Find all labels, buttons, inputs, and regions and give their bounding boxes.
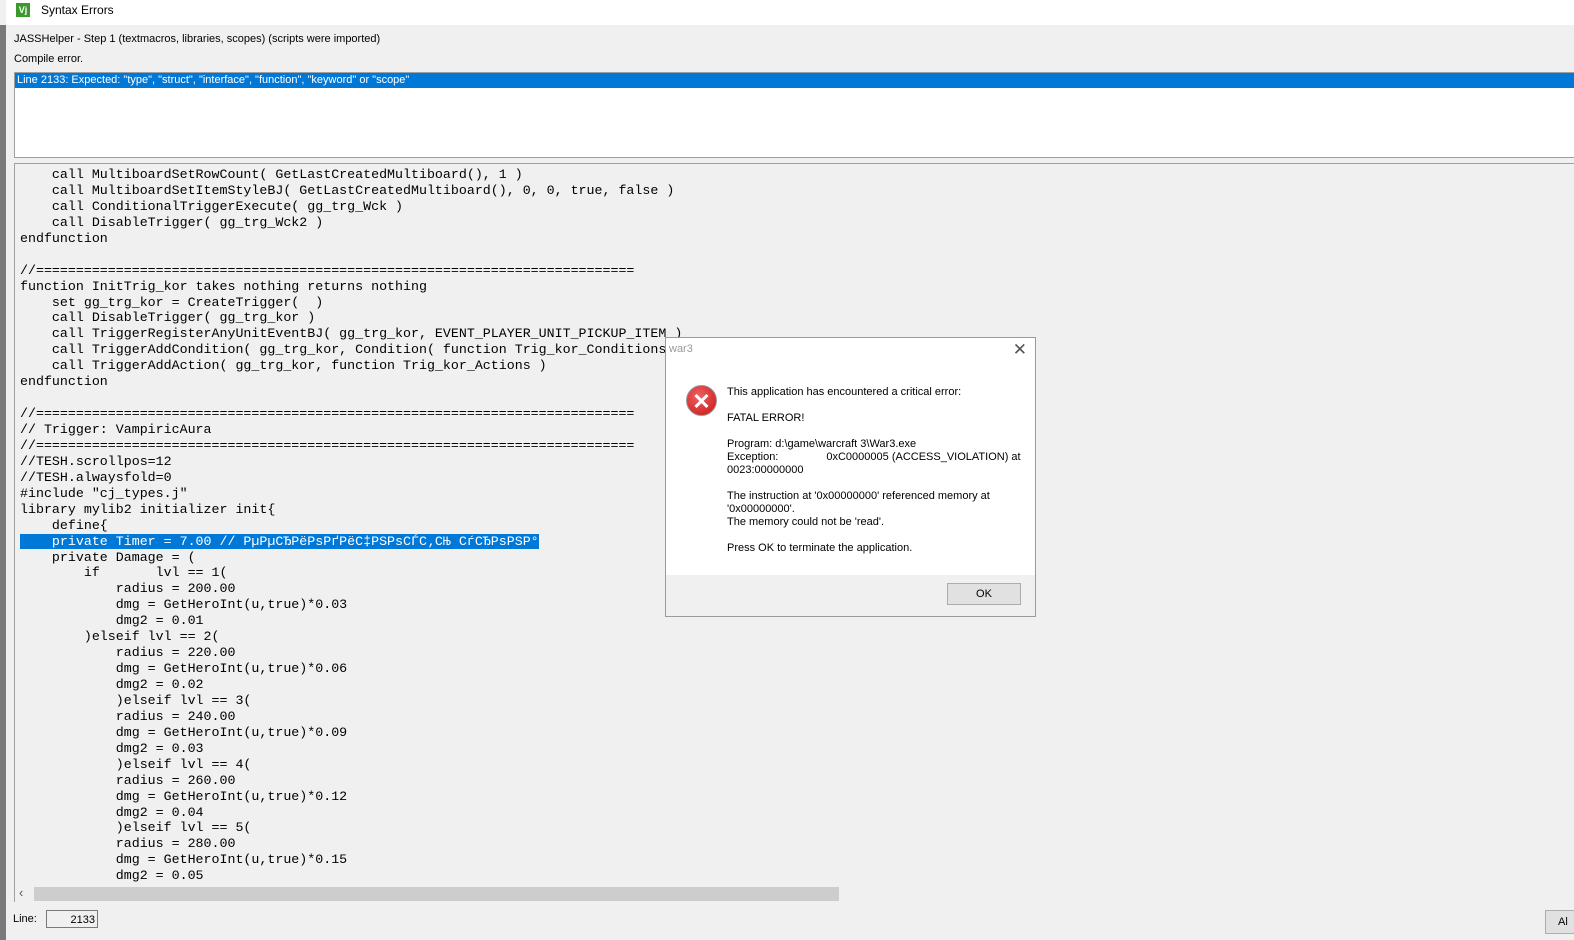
error-item[interactable]: Line 2133: Expected: "type", "struct", "… [15,73,1574,88]
error-dialog: war3 ✕ ✕ This application has encountere… [665,337,1036,617]
scroll-left-icon[interactable]: ‹ [19,885,23,900]
code-line: )elseif lvl == 5( [20,820,252,836]
code-line: dmg2 = 0.01 [20,613,204,629]
code-line: radius = 220.00 [20,645,236,661]
code-line: dmg = GetHeroInt(u,true)*0.15 [20,852,348,868]
code-line: //======================================… [20,406,635,422]
code-line: call TriggerRegisterAnyUnitEventBJ( gg_t… [20,326,683,342]
error-icon: ✕ [686,385,717,416]
step-status: JASSHelper - Step 1 (textmacros, librari… [14,33,381,45]
code-line: // Trigger: VampiricAura [20,422,212,437]
highlighted-code: private Timer = 7.00 // РµРµСЂРёРѕРґРёС‡… [20,533,539,549]
code-line: endfunction [20,374,108,390]
code-line: dmg = GetHeroInt(u,true)*0.06 [20,661,348,677]
line-label: Line: [13,913,37,925]
read-text: The memory could not be 'read'. [727,516,885,528]
code-line: function InitTrig_kor takes nothing retu… [20,278,427,294]
code-line: radius = 200.00 [20,581,236,597]
message-line: This application has encountered a criti… [727,386,962,398]
code-line: //======================================… [20,262,635,278]
code-line: dmg2 = 0.03 [20,740,204,756]
code-line: radius = 240.00 [20,708,236,724]
code-line: call TriggerAddCondition( gg_trg_kor, Co… [20,342,699,358]
ok-button[interactable]: OK [947,583,1021,605]
code-line: dmg2 = 0.04 [20,804,204,820]
program-path: Program: d:\game\warcraft 3\War3.exe [727,438,917,450]
code-line: library mylib2 initializer init{ [20,501,276,517]
title-bar: Vj Syntax Errors [6,0,1574,25]
code-line: private Damage = ( [20,549,196,565]
error-list[interactable]: Line 2133: Expected: "type", "struct", "… [14,72,1574,158]
compile-result: Compile error. [14,53,84,65]
code-line: call MultiboardSetRowCount( GetLastCreat… [20,167,523,182]
close-icon[interactable]: ✕ [1013,340,1027,360]
code-line: call MultiboardSetItemStyleBJ( GetLastCr… [20,182,675,198]
background-window-edge [0,25,6,940]
code-line: call ConditionalTriggerExecute( gg_trg_W… [20,198,404,214]
code-line: dmg = GetHeroInt(u,true)*0.09 [20,724,348,740]
code-line: //TESH.alwaysfold=0 [20,469,172,485]
right-button[interactable]: Al [1545,910,1574,934]
dialog-message: This application has encountered a criti… [727,386,1027,568]
window-title: Syntax Errors [41,3,114,17]
code-line: if lvl == 1( [20,565,228,581]
code-line: call DisableTrigger( gg_trg_kor ) [20,310,316,326]
code-line: radius = 280.00 [20,836,236,852]
exception-address: 0023:00000000 [727,464,804,476]
app-icon: Vj [16,3,30,17]
scroll-thumb[interactable] [34,887,839,901]
horizontal-scrollbar[interactable]: ‹ [14,885,1574,902]
code-line: #include "cj_types.j" [20,485,188,501]
code-line: //======================================… [20,437,635,453]
code-line: radius = 260.00 [20,772,236,788]
code-line: endfunction [20,230,108,246]
exception-label: Exception: [727,451,779,463]
code-line: dmg2 = 0.05 [20,868,204,884]
instruction-text: The instruction at '0x00000000' referenc… [727,490,990,515]
code-line: private Timer = 7.00 // РµРµСЂРёРѕРґРёС‡… [20,533,698,550]
press-ok-text: Press OK to terminate the application. [727,542,913,554]
code-line: )elseif lvl == 3( [20,692,252,708]
dialog-title: war3 [669,343,693,355]
code-line: )elseif lvl == 2( [20,629,220,645]
code-line: call DisableTrigger( gg_trg_Wck2 ) [20,214,324,230]
exception-value: 0xC0000005 (ACCESS_VIOLATION) at [826,451,1021,463]
code-line: set gg_trg_kor = CreateTrigger( ) [20,294,324,310]
code-lines: call MultiboardSetRowCount( GetLastCreat… [20,167,698,884]
code-line: dmg = GetHeroInt(u,true)*0.03 [20,597,348,613]
code-line: define{ [20,517,108,533]
code-line: )elseif lvl == 4( [20,756,252,772]
line-number-field[interactable]: 2133 [46,910,98,928]
dialog-footer: OK [666,575,1035,616]
code-line: call TriggerAddAction( gg_trg_kor, funct… [20,358,547,374]
code-line: dmg2 = 0.02 [20,677,204,692]
code-line: //TESH.scrollpos=12 [20,453,172,469]
message-line: FATAL ERROR! [727,412,805,424]
code-line: dmg = GetHeroInt(u,true)*0.12 [20,788,348,804]
